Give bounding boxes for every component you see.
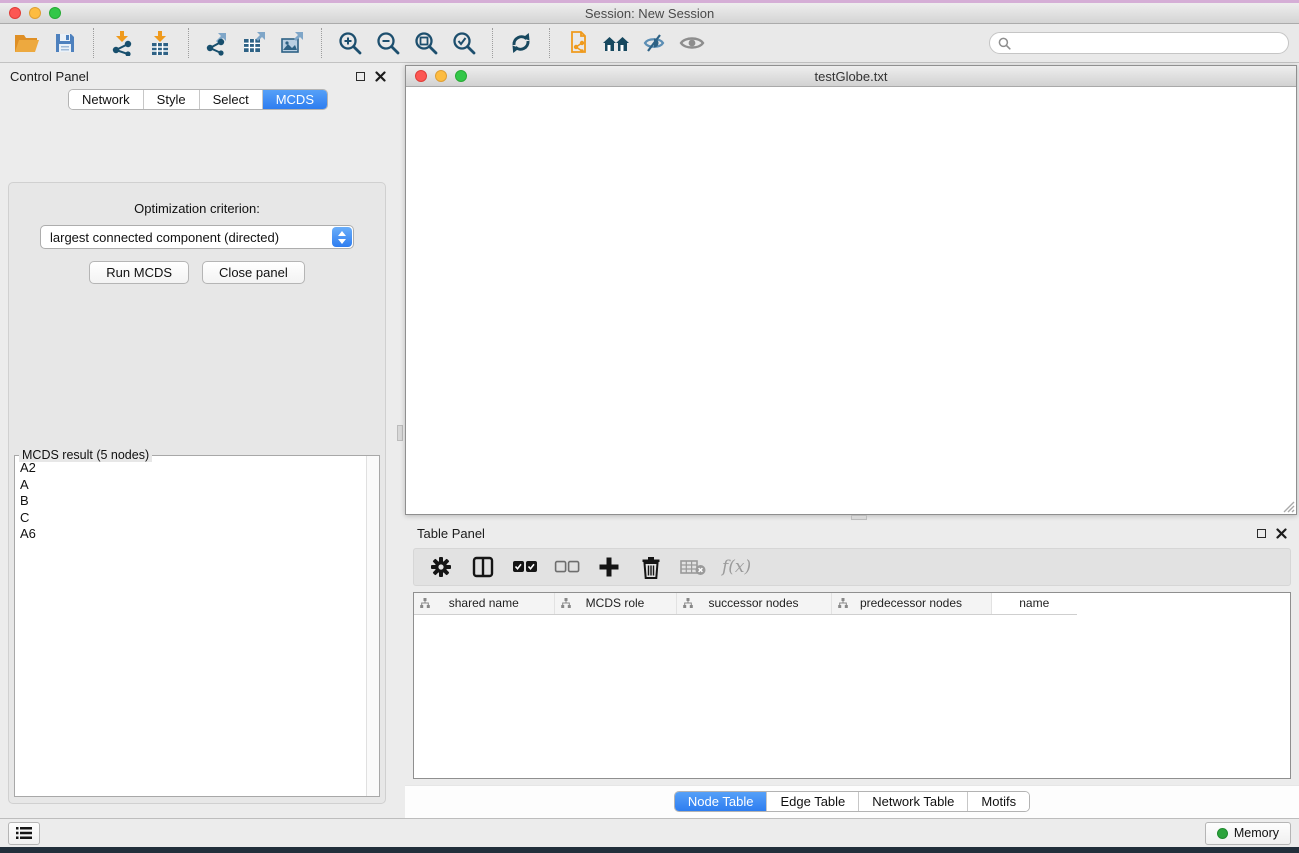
column-header-shared-name[interactable]: shared name bbox=[414, 593, 554, 614]
network-view-window: testGlobe.txt bbox=[405, 65, 1297, 515]
close-table-panel-icon[interactable] bbox=[1276, 528, 1287, 539]
task-list-icon bbox=[16, 826, 32, 840]
main-toolbar bbox=[0, 24, 1299, 63]
column-header-predecessor-nodes[interactable]: predecessor nodes bbox=[831, 593, 991, 614]
function-builder-icon[interactable]: f(x) bbox=[722, 557, 751, 577]
table-tabs-bar: Node TableEdge TableNetwork TableMotifs bbox=[405, 785, 1299, 818]
search-icon bbox=[998, 37, 1011, 50]
toolbar-separator bbox=[492, 28, 493, 58]
delete-table-icon[interactable] bbox=[680, 554, 706, 580]
desktop-strip bbox=[0, 847, 1299, 853]
import-network-icon[interactable] bbox=[106, 27, 138, 59]
criterion-selected-value: largest connected component (directed) bbox=[50, 230, 279, 245]
criterion-select[interactable]: largest connected component (directed) bbox=[40, 225, 354, 249]
delete-columns-trash-icon[interactable] bbox=[638, 554, 664, 580]
close-panel-icon[interactable] bbox=[375, 71, 386, 82]
tab-node-table[interactable]: Node Table bbox=[675, 792, 768, 811]
search-field[interactable] bbox=[989, 32, 1289, 54]
column-header-mcds-role[interactable]: MCDS role bbox=[554, 593, 676, 614]
result-item-a6[interactable]: A6 bbox=[16, 526, 365, 543]
tab-select[interactable]: Select bbox=[200, 90, 263, 109]
memory-label: Memory bbox=[1234, 826, 1279, 840]
show-hide-graphics-details-icon[interactable] bbox=[638, 27, 670, 59]
app-title: Session: New Session bbox=[0, 6, 1299, 21]
export-table-icon[interactable] bbox=[239, 27, 271, 59]
toolbar-separator bbox=[188, 28, 189, 58]
mcds-result-list: A2ABCA6 bbox=[16, 460, 365, 795]
export-image-icon[interactable] bbox=[277, 27, 309, 59]
level-of-detail-eye-icon[interactable] bbox=[676, 27, 708, 59]
new-network-from-selection-icon[interactable] bbox=[562, 27, 594, 59]
result-item-a2[interactable]: A2 bbox=[16, 460, 365, 477]
tab-style[interactable]: Style bbox=[144, 90, 200, 109]
result-item-b[interactable]: B bbox=[16, 493, 365, 510]
table-toolbar: f(x) bbox=[413, 548, 1291, 586]
result-list-scrollbar[interactable] bbox=[366, 456, 379, 796]
control-panel-tabs: NetworkStyleSelectMCDS bbox=[0, 89, 396, 112]
import-table-icon[interactable] bbox=[144, 27, 176, 59]
task-history-button[interactable] bbox=[8, 822, 40, 845]
tab-network[interactable]: Network bbox=[69, 90, 144, 109]
result-item-a[interactable]: A bbox=[16, 477, 365, 494]
zoom-selected-icon[interactable] bbox=[448, 27, 480, 59]
optimization-criterion-label: Optimization criterion: bbox=[134, 201, 260, 216]
show-column-icon[interactable] bbox=[470, 554, 496, 580]
column-header-successor-nodes[interactable]: successor nodes bbox=[676, 593, 831, 614]
network-window-title: testGlobe.txt bbox=[406, 69, 1296, 84]
toolbar-separator bbox=[549, 28, 550, 58]
table-panel-title: Table Panel bbox=[417, 526, 485, 541]
mcds-result-box: MCDS result (5 nodes) A2ABCA6 bbox=[14, 455, 380, 797]
float-table-panel-icon[interactable] bbox=[1257, 529, 1266, 538]
run-mcds-button[interactable]: Run MCDS bbox=[89, 261, 189, 284]
result-item-c[interactable]: C bbox=[16, 510, 365, 527]
tab-network-table[interactable]: Network Table bbox=[859, 792, 968, 811]
node-table: shared nameMCDS rolesuccessor nodesprede… bbox=[413, 592, 1291, 779]
close-panel-button[interactable]: Close panel bbox=[202, 261, 305, 284]
search-input[interactable] bbox=[1016, 36, 1280, 50]
select-stepper-icon bbox=[332, 227, 352, 247]
apply-layout-refresh-icon[interactable] bbox=[505, 27, 537, 59]
first-neighbors-houses-icon[interactable] bbox=[600, 27, 632, 59]
select-all-columns-icon[interactable] bbox=[512, 554, 538, 580]
zoom-out-icon[interactable] bbox=[372, 27, 404, 59]
export-network-icon[interactable] bbox=[201, 27, 233, 59]
network-canvas[interactable] bbox=[406, 87, 1296, 514]
tab-edge-table[interactable]: Edge Table bbox=[767, 792, 859, 811]
toolbar-separator bbox=[93, 28, 94, 58]
network-window-titlebar[interactable]: testGlobe.txt bbox=[406, 66, 1296, 87]
unselect-all-columns-icon[interactable] bbox=[554, 554, 580, 580]
control-panel-title: Control Panel bbox=[10, 69, 89, 84]
zoom-fit-icon[interactable] bbox=[410, 27, 442, 59]
create-new-column-icon[interactable] bbox=[596, 554, 622, 580]
status-bar: Memory bbox=[0, 818, 1299, 847]
app-titlebar: Session: New Session bbox=[0, 3, 1299, 24]
float-panel-icon[interactable] bbox=[356, 72, 365, 81]
table-panel: Table Panel bbox=[405, 521, 1299, 818]
open-session-folder-icon[interactable] bbox=[11, 27, 43, 59]
save-session-floppy-icon[interactable] bbox=[49, 27, 81, 59]
mcds-panel: Optimization criterion: largest connecte… bbox=[8, 182, 386, 804]
zoom-in-icon[interactable] bbox=[334, 27, 366, 59]
memory-status-icon bbox=[1217, 828, 1228, 839]
tab-mcds[interactable]: MCDS bbox=[263, 90, 327, 109]
tab-motifs[interactable]: Motifs bbox=[968, 792, 1029, 811]
table-settings-gear-icon[interactable] bbox=[428, 554, 454, 580]
toolbar-separator bbox=[321, 28, 322, 58]
column-header-name[interactable]: name bbox=[991, 593, 1077, 614]
vertical-split-divider[interactable] bbox=[396, 63, 405, 818]
resize-grip[interactable] bbox=[1281, 499, 1295, 513]
control-panel: Control Panel NetworkStyleSelectMCDS Opt… bbox=[0, 63, 396, 818]
memory-button[interactable]: Memory bbox=[1205, 822, 1291, 845]
